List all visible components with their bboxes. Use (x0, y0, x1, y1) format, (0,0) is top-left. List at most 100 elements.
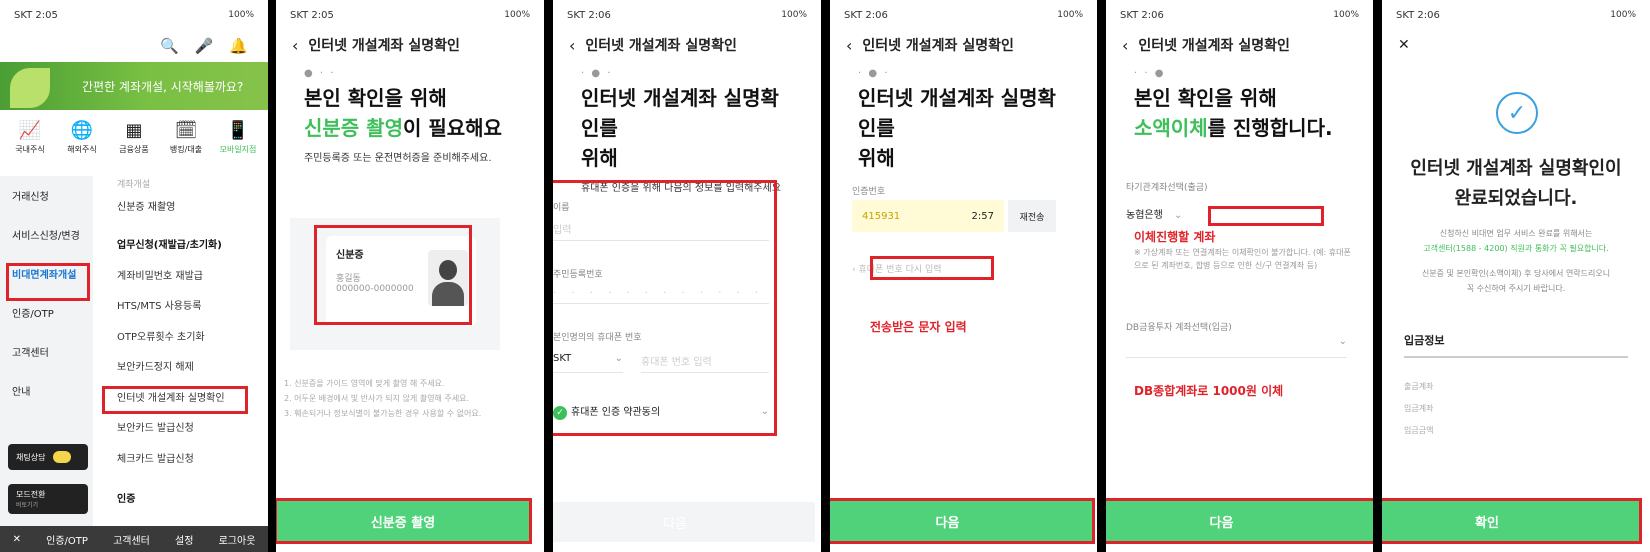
heading-line: 인터넷 개설계좌 실명확인를 (581, 86, 779, 140)
list-item[interactable]: 보안카드정지 해제 (93, 351, 268, 382)
highlight-box (1208, 206, 1324, 226)
highlight-box (6, 263, 90, 301)
status-battery: 100% (504, 10, 530, 20)
status-battery: 100% (1333, 10, 1359, 20)
close-icon[interactable]: ✕ (1398, 37, 1410, 53)
chat-button[interactable]: 채팅상담 (8, 444, 88, 470)
mode-switch-button[interactable]: 모드전환 비토기기 (8, 484, 88, 514)
chat-label: 채팅상담 (16, 452, 46, 462)
menu-foreign-stock[interactable]: 🌐 해외주식 (59, 120, 105, 168)
search-icon[interactable]: 🔍 (160, 37, 179, 55)
list-item[interactable]: 계좌비밀번호 재발급 (93, 259, 268, 290)
status-bar: SKT 2:06 100% (553, 0, 821, 30)
back-icon[interactable]: ‹ (846, 36, 852, 55)
status-battery: 100% (1057, 10, 1083, 20)
page-title: 인터넷 개설계좌 실명확인 (1138, 38, 1290, 54)
bell-icon[interactable]: 🔔 (229, 37, 248, 55)
screen-id-capture: SKT 2:05 100% ‹ 인터넷 개설계좌 실명확인 ● · · 본인 확… (276, 0, 544, 552)
screen-complete: SKT 2:06 100% ✕ ✓ 인터넷 개설계좌 실명확인이 완료되었습니다… (1382, 0, 1650, 552)
screen-code-entry: SKT 2:06 100% ‹ 인터넷 개설계좌 실명확인 · ● · 인터넷 … (830, 0, 1097, 552)
highlight-box (870, 256, 994, 280)
guide-notes: 1. 신분증을 가이드 영역에 맞게 촬영 해 주세요. 2. 어두운 배경에서… (284, 376, 534, 421)
status-time: SKT 2:06 (844, 9, 888, 21)
heading-line: 완료되었습니다. (1454, 188, 1578, 209)
list-item[interactable]: 신분증 재촬영 (93, 190, 268, 221)
annotation-text: 이체진행할 계좌 (1134, 230, 1216, 244)
menu-products[interactable]: ▦ 금융상품 (111, 120, 157, 168)
list-item[interactable]: OTP오류횟수 초기화 (93, 320, 268, 351)
heading-line: 를 진행합니다. (1207, 116, 1333, 140)
menu-label: 금융상품 (119, 145, 149, 154)
promo-banner[interactable]: 간편한 계좌개설, 시작해볼까요? (0, 62, 268, 110)
info-row: 출금계좌 (1404, 382, 1434, 391)
code-input[interactable]: 415931 2:57 (852, 200, 1004, 232)
menu-label: 해외주식 (67, 145, 97, 154)
nav-bar: ‹ 인터넷 개설계좌 실명확인 (830, 30, 1097, 60)
list-item[interactable]: 계좌개설 (93, 176, 268, 190)
list-item[interactable]: HTS/MTS 사용등록 (93, 290, 268, 321)
heading-highlight: 신분증 촬영 (304, 116, 403, 140)
list-item[interactable]: 체크카드 발급신청 (93, 442, 268, 473)
deposit-account-select[interactable]: ⌄ (1126, 336, 1347, 358)
note-item: 3. 훼손되거나 정보식별이 불가능한 경우 사용할 수 없어요. (284, 409, 482, 418)
info-line: 신분증 및 본인확인(소액이체) 후 당사에서 연락드리오니 (1421, 269, 1611, 278)
list-item[interactable]: 보안카드 발급신청 (93, 412, 268, 443)
deposit-label: DB금융투자 계좌선택(입금) (1126, 323, 1232, 333)
menu-label: 뱅킹/대출 (169, 145, 203, 154)
nav-bar: ‹ 인터넷 개설계좌 실명확인 (1106, 30, 1373, 60)
back-icon[interactable]: ‹ (292, 36, 298, 55)
status-battery: 100% (781, 10, 807, 20)
status-time: SKT 2:06 (567, 9, 611, 21)
bottom-item[interactable]: 고객센터 (113, 532, 150, 547)
subtitle: 주민등록증 또는 운전면허증을 준비해주세요. (304, 153, 492, 164)
status-bar: SKT 2:05 100% (0, 0, 268, 30)
heading-line: 본인 확인을 위해 (304, 86, 447, 110)
resend-button[interactable]: 재전송 (1008, 200, 1056, 232)
nav-bar: ✕ (1382, 30, 1650, 60)
timer: 2:57 (971, 210, 994, 222)
quick-menu: 📈 국내주식 🌐 해외주식 ▦ 금융상품 🗓 뱅킹/대출 📱 모바일지점 (0, 110, 268, 168)
side-item[interactable]: 거래신청 (0, 176, 93, 215)
grid-icon: ▦ (125, 120, 143, 141)
close-icon[interactable]: ✕ (13, 534, 21, 545)
step-indicator: · ● · (858, 68, 890, 79)
status-bar: SKT 2:06 100% (830, 0, 1097, 30)
deposit-info: 출금계좌 입금계좌 입금금액 (1404, 376, 1433, 442)
menu-mobile-branch[interactable]: 📱 모바일지점 (215, 120, 261, 168)
side-item[interactable]: 안내 (0, 371, 93, 410)
side-nav: 거래신청 서비스신청/변경 비대면계좌개설 인증/OTP 고객센터 안내 (0, 176, 93, 526)
chat-bubble-icon (53, 451, 72, 463)
globe-icon: 🌐 (70, 120, 94, 141)
heading: 본인 확인을 위해 신분증 촬영이 필요해요 (276, 79, 544, 143)
side-item[interactable]: 고객센터 (0, 332, 93, 371)
menu-banking[interactable]: 🗓 뱅킹/대출 (163, 120, 209, 168)
bottom-item[interactable]: 설정 (175, 532, 193, 547)
mode-label: 모드전환 (16, 490, 46, 499)
info-row: 입금금액 (1404, 426, 1434, 435)
status-time: SKT 2:05 (290, 9, 334, 21)
warning-note: ※ 가상계좌 또는 연결계좌는 이체확인이 불가합니다. (예: 휴대폰으로 된… (1134, 248, 1351, 270)
next-button-disabled[interactable]: 다음 (553, 502, 815, 542)
banner-text: 간편한 계좌개설, 시작해볼까요? (82, 79, 244, 94)
bottom-item[interactable]: 인증/OTP (46, 532, 88, 547)
heading: 인터넷 개설계좌 실명확인를 위해 (553, 79, 821, 173)
note-item: 2. 어두운 배경에서 빛 반사가 되지 않게 촬영해 주세요. (284, 394, 470, 403)
section-title: 입금정보 (1404, 332, 1628, 358)
mode-sub-label: 비토기기 (16, 502, 39, 509)
side-item[interactable]: 서비스신청/변경 (0, 215, 93, 254)
back-icon[interactable]: ‹ (569, 36, 575, 55)
bank-select[interactable]: 농협은행 ⌄ (1126, 206, 1182, 221)
back-icon[interactable]: ‹ (1122, 36, 1128, 55)
status-battery: 100% (228, 10, 254, 20)
status-bar: SKT 2:06 100% (1382, 0, 1650, 30)
menu-domestic-stock[interactable]: 📈 국내주식 (7, 120, 53, 168)
highlight-box (314, 225, 472, 325)
info-row: 입금계좌 (1404, 404, 1434, 413)
check-circle-icon: ✓ (1496, 92, 1538, 134)
status-time: SKT 2:06 (1120, 9, 1164, 21)
highlight-box (553, 180, 777, 436)
bottom-item[interactable]: 로그아웃 (219, 532, 256, 547)
mic-icon[interactable]: 🎤 (195, 37, 214, 55)
nav-bar: ‹ 인터넷 개설계좌 실명확인 (553, 30, 821, 60)
heading-highlight: 소액이체 (1134, 116, 1208, 140)
